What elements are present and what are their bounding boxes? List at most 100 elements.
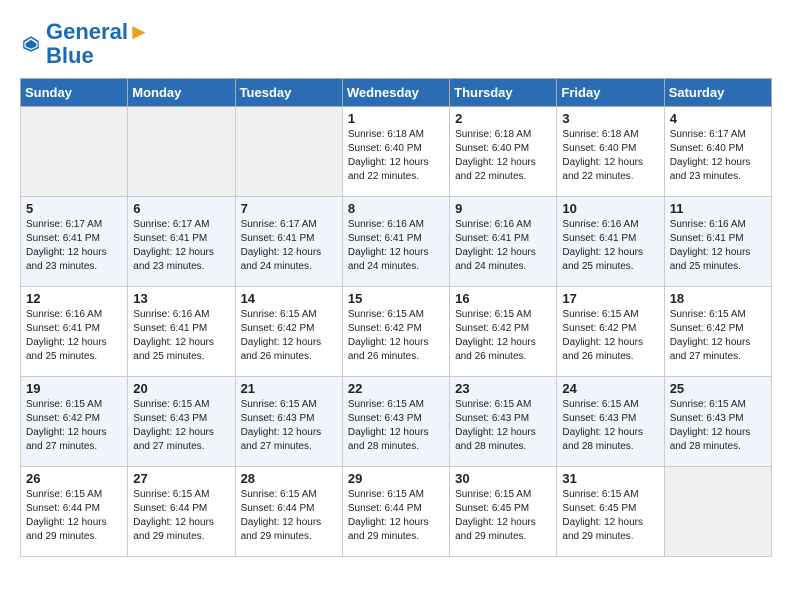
cell-content: Sunrise: 6:17 AMSunset: 6:40 PMDaylight:… bbox=[670, 128, 766, 184]
calendar-table: SundayMondayTuesdayWednesdayThursdayFrid… bbox=[20, 78, 772, 557]
day-number: 18 bbox=[670, 291, 766, 306]
cell-content: Sunrise: 6:15 AMSunset: 6:43 PMDaylight:… bbox=[670, 398, 766, 454]
calendar-cell: 30Sunrise: 6:15 AMSunset: 6:45 PMDayligh… bbox=[450, 467, 557, 557]
day-number: 5 bbox=[26, 201, 122, 216]
calendar-cell: 11Sunrise: 6:16 AMSunset: 6:41 PMDayligh… bbox=[664, 197, 771, 287]
calendar-cell: 5 Sunrise: 6:17 AMSunset: 6:41 PMDaylight… bbox=[21, 197, 128, 287]
cell-content: Sunrise: 6:16 AMSunset: 6:41 PMDaylight:… bbox=[133, 308, 229, 364]
logo: General► Blue bbox=[20, 20, 150, 68]
cell-content: Sunrise: 6:16 AMSunset: 6:41 PMDaylight:… bbox=[455, 218, 551, 274]
cell-content: Sunrise: 6:18 AMSunset: 6:40 PMDaylight:… bbox=[562, 128, 658, 184]
cell-content: Sunrise: 6:15 AMSunset: 6:43 PMDaylight:… bbox=[241, 398, 337, 454]
calendar-cell: 3 Sunrise: 6:18 AMSunset: 6:40 PMDaylight… bbox=[557, 107, 664, 197]
cell-content: Sunrise: 6:18 AMSunset: 6:40 PMDaylight:… bbox=[348, 128, 444, 184]
calendar-cell: 6 Sunrise: 6:17 AMSunset: 6:41 PMDaylight… bbox=[128, 197, 235, 287]
day-number: 25 bbox=[670, 381, 766, 396]
cell-content: Sunrise: 6:15 AMSunset: 6:42 PMDaylight:… bbox=[562, 308, 658, 364]
calendar-week-row: 26 Sunrise: 6:15 AMSunset: 6:44 PMDayligh… bbox=[21, 467, 772, 557]
col-header-wednesday: Wednesday bbox=[342, 79, 449, 107]
cell-content: Sunrise: 6:15 AMSunset: 6:44 PMDaylight:… bbox=[26, 488, 122, 544]
calendar-cell bbox=[128, 107, 235, 197]
logo-text-line1: General► bbox=[46, 20, 150, 44]
calendar-cell bbox=[664, 467, 771, 557]
calendar-cell: 17 Sunrise: 6:15 AMSunset: 6:42 PMDayligh… bbox=[557, 287, 664, 377]
calendar-cell: 23 Sunrise: 6:15 AMSunset: 6:43 PMDayligh… bbox=[450, 377, 557, 467]
cell-content: Sunrise: 6:16 AMSunset: 6:41 PMDaylight:… bbox=[348, 218, 444, 274]
day-number: 12 bbox=[26, 291, 122, 306]
day-number: 11 bbox=[670, 201, 766, 216]
day-number: 22 bbox=[348, 381, 444, 396]
calendar-cell bbox=[235, 107, 342, 197]
day-number: 20 bbox=[133, 381, 229, 396]
day-number: 17 bbox=[562, 291, 658, 306]
calendar-cell: 19Sunrise: 6:15 AMSunset: 6:42 PMDayligh… bbox=[21, 377, 128, 467]
logo-icon bbox=[22, 35, 40, 53]
cell-content: Sunrise: 6:15 AMSunset: 6:42 PMDaylight:… bbox=[670, 308, 766, 364]
day-number: 15 bbox=[348, 291, 444, 306]
cell-content: Sunrise: 6:15 AMSunset: 6:43 PMDaylight:… bbox=[133, 398, 229, 454]
calendar-week-row: 19Sunrise: 6:15 AMSunset: 6:42 PMDayligh… bbox=[21, 377, 772, 467]
day-number: 3 bbox=[562, 111, 658, 126]
col-header-thursday: Thursday bbox=[450, 79, 557, 107]
page-header: General► Blue bbox=[20, 20, 772, 68]
day-number: 10 bbox=[562, 201, 658, 216]
cell-content: Sunrise: 6:15 AMSunset: 6:44 PMDaylight:… bbox=[133, 488, 229, 544]
calendar-cell: 1 Sunrise: 6:18 AMSunset: 6:40 PMDaylight… bbox=[342, 107, 449, 197]
calendar-cell: 26 Sunrise: 6:15 AMSunset: 6:44 PMDayligh… bbox=[21, 467, 128, 557]
calendar-cell: 16Sunrise: 6:15 AMSunset: 6:42 PMDayligh… bbox=[450, 287, 557, 377]
day-number: 13 bbox=[133, 291, 229, 306]
cell-content: Sunrise: 6:15 AMSunset: 6:44 PMDaylight:… bbox=[241, 488, 337, 544]
calendar-cell: 31 Sunrise: 6:15 AMSunset: 6:45 PMDayligh… bbox=[557, 467, 664, 557]
cell-content: Sunrise: 6:15 AMSunset: 6:42 PMDaylight:… bbox=[241, 308, 337, 364]
calendar-cell: 25 Sunrise: 6:15 AMSunset: 6:43 PMDayligh… bbox=[664, 377, 771, 467]
day-number: 9 bbox=[455, 201, 551, 216]
day-number: 7 bbox=[241, 201, 337, 216]
calendar-cell: 18 Sunrise: 6:15 AMSunset: 6:42 PMDayligh… bbox=[664, 287, 771, 377]
cell-content: Sunrise: 6:17 AMSunset: 6:41 PMDaylight:… bbox=[133, 218, 229, 274]
cell-content: Sunrise: 6:15 AMSunset: 6:42 PMDaylight:… bbox=[348, 308, 444, 364]
calendar-week-row: 1 Sunrise: 6:18 AMSunset: 6:40 PMDaylight… bbox=[21, 107, 772, 197]
cell-content: Sunrise: 6:15 AMSunset: 6:43 PMDaylight:… bbox=[348, 398, 444, 454]
cell-content: Sunrise: 6:16 AMSunset: 6:41 PMDaylight:… bbox=[26, 308, 122, 364]
cell-content: Sunrise: 6:16 AMSunset: 6:41 PMDaylight:… bbox=[562, 218, 658, 274]
calendar-cell: 4 Sunrise: 6:17 AMSunset: 6:40 PMDaylight… bbox=[664, 107, 771, 197]
cell-content: Sunrise: 6:18 AMSunset: 6:40 PMDaylight:… bbox=[455, 128, 551, 184]
calendar-cell: 28Sunrise: 6:15 AMSunset: 6:44 PMDayligh… bbox=[235, 467, 342, 557]
calendar-cell: 10 Sunrise: 6:16 AMSunset: 6:41 PMDayligh… bbox=[557, 197, 664, 287]
col-header-tuesday: Tuesday bbox=[235, 79, 342, 107]
day-number: 8 bbox=[348, 201, 444, 216]
col-header-friday: Friday bbox=[557, 79, 664, 107]
calendar-cell: 24Sunrise: 6:15 AMSunset: 6:43 PMDayligh… bbox=[557, 377, 664, 467]
cell-content: Sunrise: 6:15 AMSunset: 6:43 PMDaylight:… bbox=[455, 398, 551, 454]
calendar-week-row: 12 Sunrise: 6:16 AMSunset: 6:41 PMDayligh… bbox=[21, 287, 772, 377]
cell-content: Sunrise: 6:17 AMSunset: 6:41 PMDaylight:… bbox=[26, 218, 122, 274]
calendar-cell: 15 Sunrise: 6:15 AMSunset: 6:42 PMDayligh… bbox=[342, 287, 449, 377]
calendar-cell: 8 Sunrise: 6:16 AMSunset: 6:41 PMDaylight… bbox=[342, 197, 449, 287]
day-number: 31 bbox=[562, 471, 658, 486]
calendar-week-row: 5 Sunrise: 6:17 AMSunset: 6:41 PMDaylight… bbox=[21, 197, 772, 287]
calendar-cell: 20 Sunrise: 6:15 AMSunset: 6:43 PMDayligh… bbox=[128, 377, 235, 467]
calendar-header-row: SundayMondayTuesdayWednesdayThursdayFrid… bbox=[21, 79, 772, 107]
day-number: 6 bbox=[133, 201, 229, 216]
day-number: 14 bbox=[241, 291, 337, 306]
calendar-cell: 29Sunrise: 6:15 AMSunset: 6:44 PMDayligh… bbox=[342, 467, 449, 557]
cell-content: Sunrise: 6:15 AMSunset: 6:45 PMDaylight:… bbox=[562, 488, 658, 544]
day-number: 24 bbox=[562, 381, 658, 396]
day-number: 23 bbox=[455, 381, 551, 396]
day-number: 26 bbox=[26, 471, 122, 486]
day-number: 27 bbox=[133, 471, 229, 486]
col-header-monday: Monday bbox=[128, 79, 235, 107]
day-number: 21 bbox=[241, 381, 337, 396]
cell-content: Sunrise: 6:17 AMSunset: 6:41 PMDaylight:… bbox=[241, 218, 337, 274]
day-number: 1 bbox=[348, 111, 444, 126]
day-number: 19 bbox=[26, 381, 122, 396]
calendar-cell: 7 Sunrise: 6:17 AMSunset: 6:41 PMDaylight… bbox=[235, 197, 342, 287]
calendar-cell: 22 Sunrise: 6:15 AMSunset: 6:43 PMDayligh… bbox=[342, 377, 449, 467]
logo-text-line2: Blue bbox=[46, 44, 150, 68]
calendar-cell: 21 Sunrise: 6:15 AMSunset: 6:43 PMDayligh… bbox=[235, 377, 342, 467]
calendar-cell: 2Sunrise: 6:18 AMSunset: 6:40 PMDaylight… bbox=[450, 107, 557, 197]
day-number: 4 bbox=[670, 111, 766, 126]
calendar-cell: 27 Sunrise: 6:15 AMSunset: 6:44 PMDayligh… bbox=[128, 467, 235, 557]
day-number: 29 bbox=[348, 471, 444, 486]
calendar-cell: 12 Sunrise: 6:16 AMSunset: 6:41 PMDayligh… bbox=[21, 287, 128, 377]
